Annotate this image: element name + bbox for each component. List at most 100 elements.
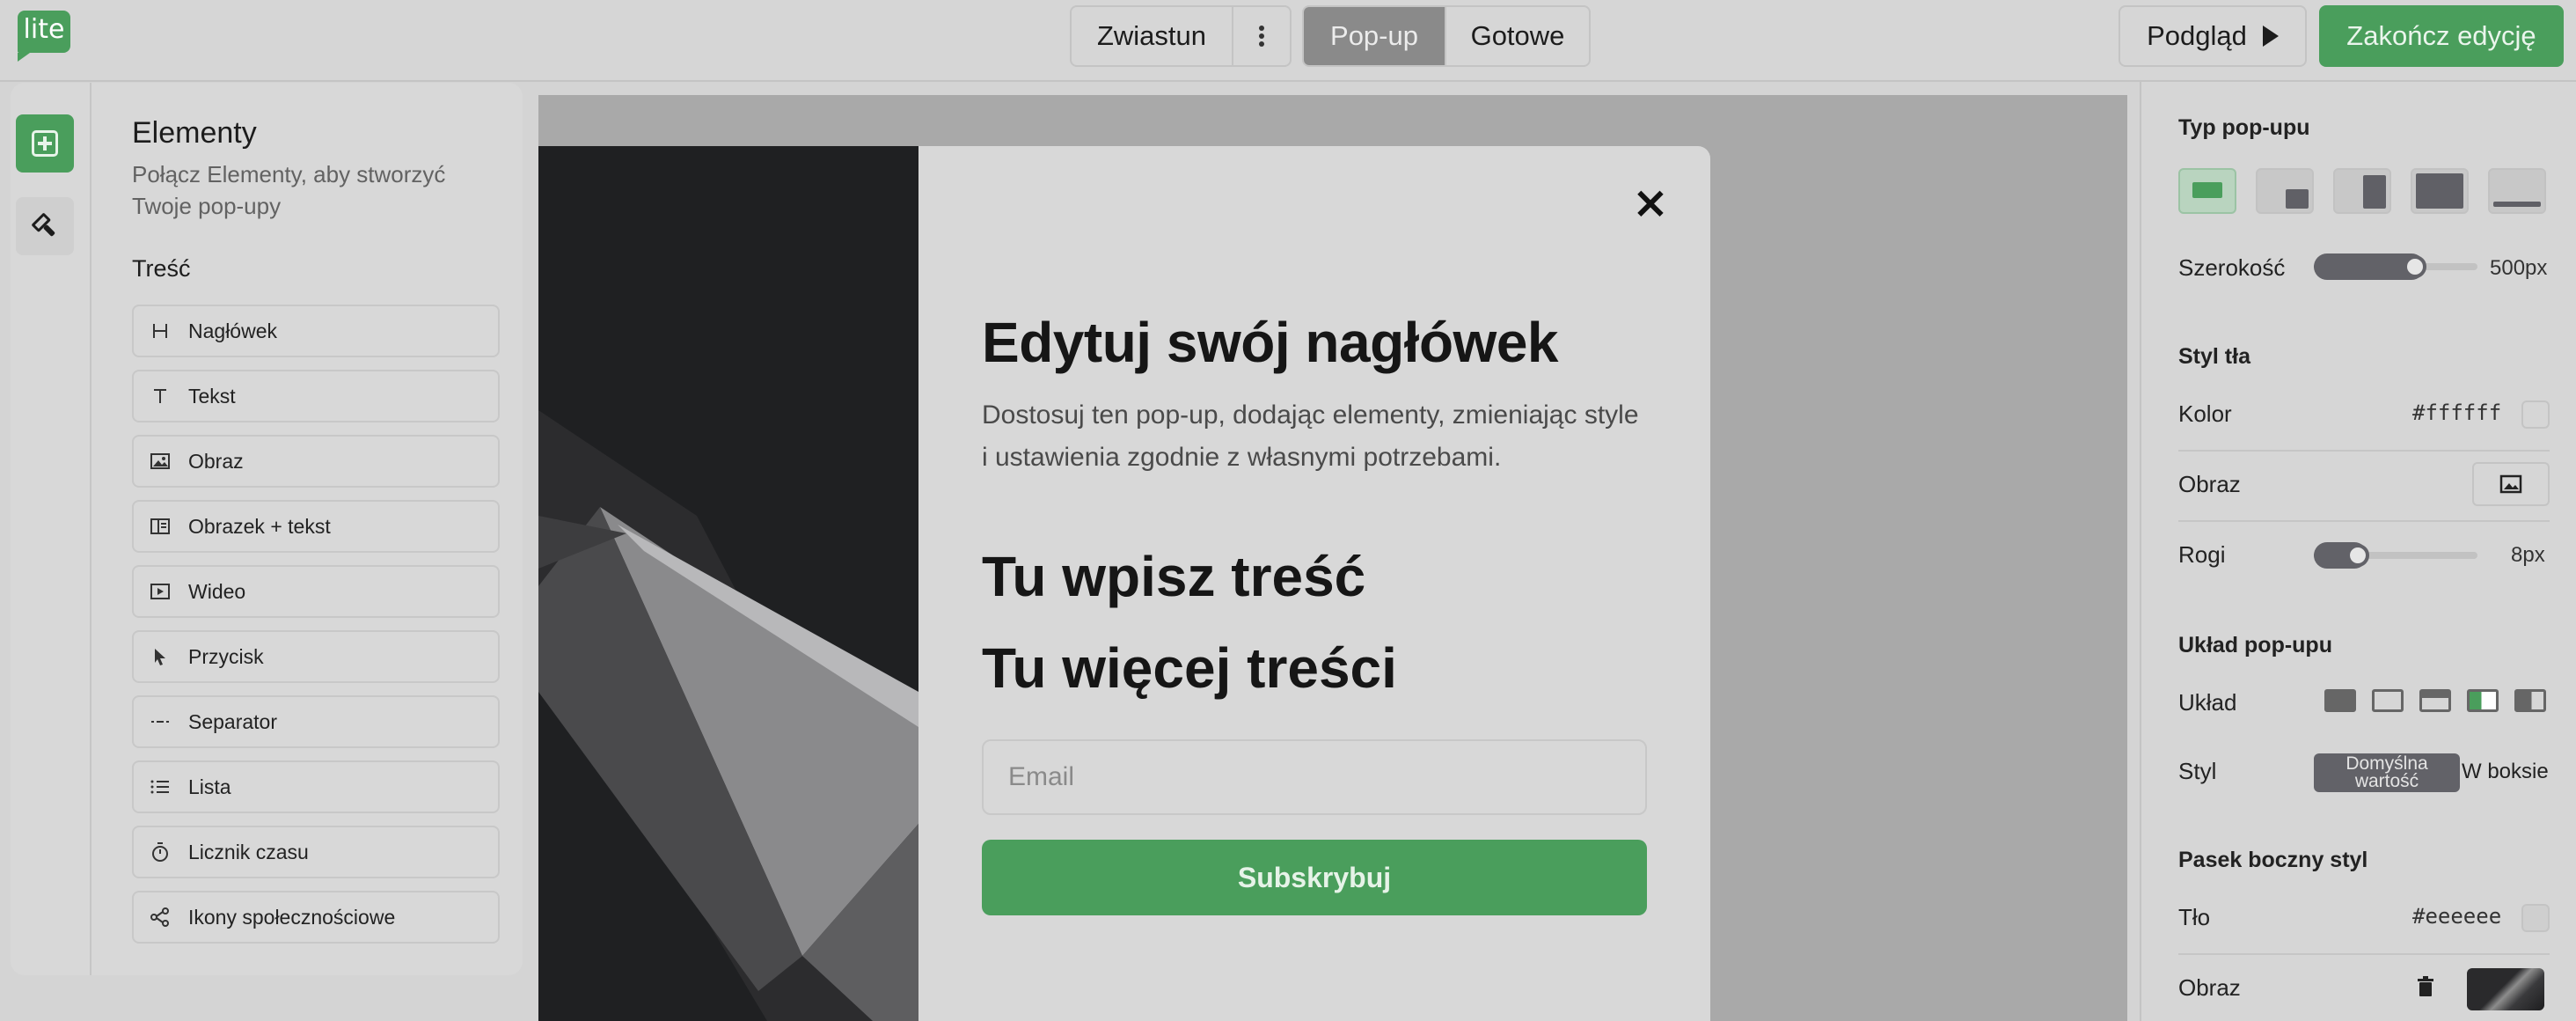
layout-full-icon[interactable]: [2324, 689, 2356, 712]
element-label: Obraz: [188, 449, 244, 473]
cursor-icon: [148, 644, 172, 669]
layout-left-icon[interactable]: [2467, 689, 2499, 712]
bg-style-heading: Styl tła: [2178, 344, 2250, 369]
popup-content-1[interactable]: Tu wpisz treść: [982, 544, 1365, 609]
tab-popup[interactable]: Pop-up: [1304, 7, 1445, 65]
element-button[interactable]: Przycisk: [132, 630, 500, 683]
sidebar-image-label: Obraz: [2178, 974, 2241, 1001]
type-option-side[interactable]: [2333, 168, 2391, 214]
tab-teaser[interactable]: Zwiastun: [1072, 7, 1232, 65]
panel-title: Elementy: [132, 116, 257, 150]
app-logo[interactable]: lite: [18, 11, 70, 62]
content-section-label: Treść: [132, 255, 191, 282]
element-video[interactable]: Wideo: [132, 565, 500, 618]
element-label: Przycisk: [188, 644, 264, 668]
element-image[interactable]: Obraz: [132, 435, 500, 488]
type-option-full[interactable]: [2411, 168, 2469, 214]
color-value[interactable]: #ffffff: [2412, 400, 2501, 425]
width-value: 500px: [2490, 256, 2548, 280]
element-label: Ikony społecznościowe: [188, 905, 396, 929]
type-bar-icon: [2493, 202, 2541, 207]
teaser-group: Zwiastun: [1070, 5, 1292, 67]
type-option-center[interactable]: [2178, 168, 2236, 214]
panel-rail: [11, 83, 91, 975]
popup-headline[interactable]: Edytuj swój nagłówek: [982, 310, 1559, 375]
more-options-button[interactable]: [1232, 7, 1290, 65]
timer-icon: [148, 840, 172, 864]
layout-top-icon[interactable]: [2419, 689, 2451, 712]
settings-panel: Typ pop-upu Szerokość 500px Styl tła Kol…: [2140, 82, 2576, 1021]
divider: [2178, 520, 2550, 522]
list-icon: [148, 775, 172, 799]
sidebar-bg-label: Tło: [2178, 904, 2211, 930]
element-label: Tekst: [188, 384, 236, 408]
sidebar-bg-swatch[interactable]: [2521, 904, 2550, 932]
popup-description[interactable]: Dostosuj ten pop-up, dodając elementy, z…: [982, 394, 1650, 479]
element-social-icons[interactable]: Ikony społecznościowe: [132, 891, 500, 944]
bg-image-label: Obraz: [2178, 471, 2241, 497]
type-side-icon: [2363, 175, 2386, 209]
element-label: Separator: [188, 709, 278, 733]
corners-slider-handle[interactable]: [2345, 544, 2369, 567]
paint-brush-icon: [32, 213, 55, 237]
trash-icon[interactable]: [2414, 974, 2437, 999]
element-separator[interactable]: Separator: [132, 695, 500, 748]
subscribe-button[interactable]: Subskrybuj: [982, 840, 1647, 915]
type-option-bar[interactable]: [2488, 168, 2546, 214]
element-heading[interactable]: Nagłówek: [132, 305, 500, 357]
separator-icon: [148, 709, 172, 734]
image-text-icon: [148, 514, 172, 539]
top-bar: lite Zwiastun Pop-up Gotowe Podgląd Zako…: [0, 0, 2576, 82]
element-label: Obrazek + tekst: [188, 514, 331, 538]
color-swatch[interactable]: [2521, 400, 2550, 429]
style-label: Styl: [2178, 758, 2217, 784]
image-icon: [148, 449, 172, 474]
corners-value: 8px: [2511, 543, 2545, 567]
close-icon[interactable]: ×: [1631, 180, 1670, 224]
finish-editing-button[interactable]: Zakończ edycję: [2319, 5, 2564, 67]
style-boxed-option[interactable]: W boksie: [2462, 760, 2549, 784]
sidebar-bg-value[interactable]: #eeeeee: [2412, 904, 2501, 929]
corners-label: Rogi: [2178, 541, 2226, 568]
layout-heading: Układ pop-upu: [2178, 633, 2332, 657]
style-default-option[interactable]: Domyślna wartość: [2314, 753, 2460, 792]
element-label: Lista: [188, 775, 231, 798]
layout-outline-icon[interactable]: [2372, 689, 2404, 712]
type-option-corner[interactable]: [2256, 168, 2314, 214]
element-text[interactable]: Tekst: [132, 370, 500, 422]
type-corner-icon: [2286, 189, 2309, 209]
style-button[interactable]: [16, 197, 74, 255]
panel-subtitle: Połącz Elementy, aby stworzyć Twoje pop-…: [132, 161, 446, 219]
elements-panel: Elementy Połącz Elementy, aby stworzyć T…: [11, 83, 523, 975]
heading-icon: [148, 319, 172, 343]
sidebar-image-thumbnail[interactable]: [2467, 968, 2544, 1010]
type-full-icon: [2416, 173, 2463, 209]
popup-side-image[interactable]: [538, 146, 918, 1021]
popup-content-2[interactable]: Tu więcej treści: [982, 635, 1397, 701]
divider: [2178, 450, 2550, 452]
add-elements-button[interactable]: [16, 114, 74, 173]
element-label: Wideo: [188, 579, 246, 603]
more-vertical-icon: [1259, 23, 1264, 49]
popup-type-heading: Typ pop-upu: [2178, 115, 2310, 140]
width-label: Szerokość: [2178, 254, 2286, 281]
step-group: Pop-up Gotowe: [1302, 5, 1591, 67]
preview-button[interactable]: Podgląd: [2119, 5, 2307, 67]
bg-image-button[interactable]: [2472, 462, 2550, 506]
divider: [2178, 953, 2550, 955]
sidebar-style-heading: Pasek boczny styl: [2178, 848, 2368, 872]
image-icon: [2499, 474, 2522, 494]
element-list[interactable]: Lista: [132, 760, 500, 813]
share-icon: [148, 905, 172, 929]
email-field[interactable]: Email: [982, 739, 1647, 815]
text-icon: [148, 384, 172, 408]
width-slider-handle[interactable]: [2403, 255, 2426, 278]
element-image-text[interactable]: Obrazek + tekst: [132, 500, 500, 553]
layout-label: Układ: [2178, 689, 2237, 716]
element-label: Nagłówek: [188, 319, 277, 342]
type-center-icon: [2192, 182, 2222, 198]
element-timer[interactable]: Licznik czasu: [132, 826, 500, 878]
preview-label: Podgląd: [2147, 20, 2247, 51]
tab-done[interactable]: Gotowe: [1445, 7, 1589, 65]
layout-right-icon[interactable]: [2514, 689, 2546, 712]
